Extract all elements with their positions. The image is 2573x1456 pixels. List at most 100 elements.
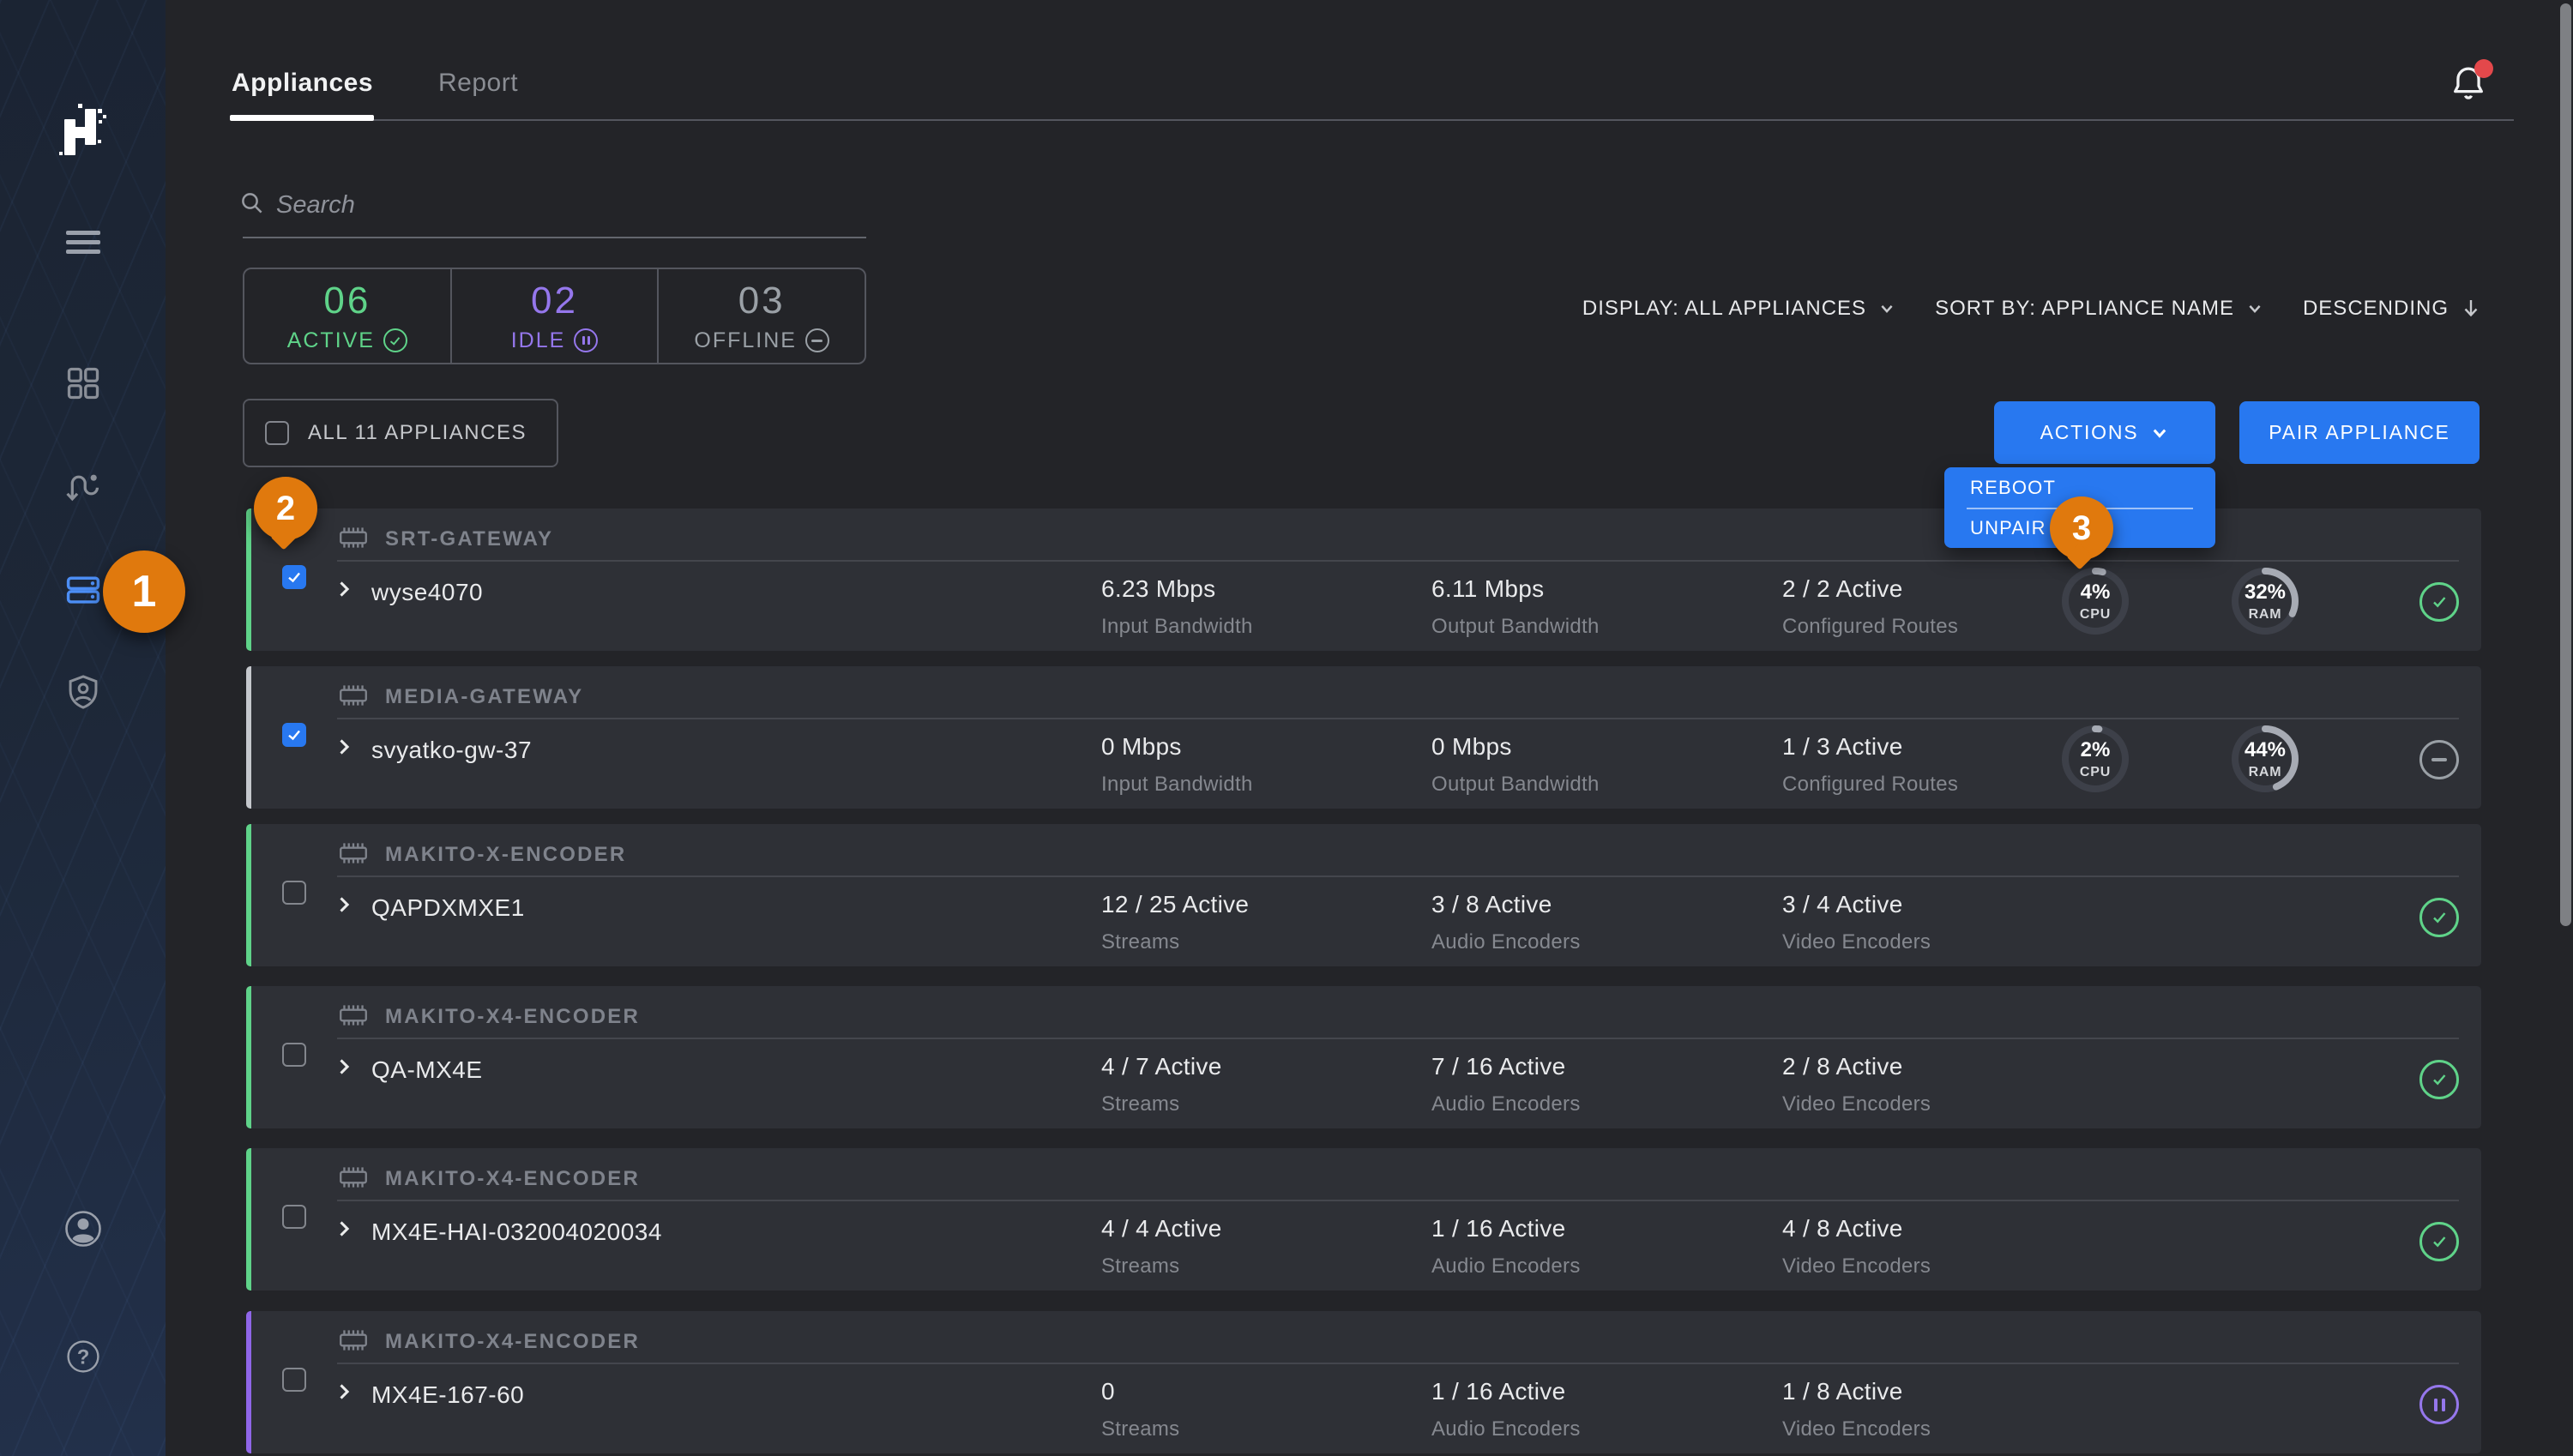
header-divider — [232, 119, 2514, 121]
metric-column: 1 / 16 ActiveAudio Encoders — [1431, 1378, 1581, 1441]
annotation-badge-2: 2 — [254, 477, 317, 540]
offline-label: OFFLINE — [694, 328, 797, 353]
metric-column: 2 / 8 ActiveVideo Encoders — [1782, 1053, 1931, 1116]
appliance-type-label: MAKITO-X4-ENCODER — [385, 1167, 640, 1191]
metric-column: 4 / 8 Active Video Encoders — [1782, 1215, 1931, 1279]
sidebar-item-security[interactable] — [0, 673, 166, 711]
expand-chevron-icon[interactable] — [332, 893, 356, 921]
metric-value: 1 / 16 Active — [1431, 1215, 1581, 1242]
metric-value: 4 / 8 Active — [1782, 1215, 1931, 1242]
select-all-appliances[interactable]: ALL 11 APPLIANCES — [243, 399, 558, 467]
chevron-down-icon — [2150, 424, 2169, 442]
idle-label: IDLE — [511, 328, 566, 353]
appliance-checkbox[interactable] — [282, 1205, 306, 1229]
expand-chevron-icon[interactable] — [332, 1217, 356, 1245]
notification-bell-icon[interactable] — [2449, 63, 2490, 105]
appliance-card: MAKITO-X4-ENCODER MX4E-167-60 0Streams1 … — [246, 1311, 2481, 1453]
metric-label: Audio Encoders — [1431, 1254, 1581, 1279]
metric-column: 2 / 2 ActiveConfigured Routes — [1782, 575, 1958, 639]
metric-column: 4 / 4 ActiveStreams — [1101, 1215, 1222, 1279]
appliance-checkbox[interactable] — [282, 881, 306, 905]
metric-value: 0 Mbps — [1431, 733, 1600, 761]
help-icon[interactable]: ? — [0, 1338, 166, 1375]
menu-icon[interactable] — [0, 221, 166, 264]
expand-chevron-icon[interactable] — [332, 1380, 356, 1408]
check-icon — [2429, 1069, 2449, 1090]
appliance-name: QAPDXMXE1 — [371, 894, 525, 922]
select-all-checkbox[interactable] — [265, 421, 289, 445]
metric-label: Output Bandwidth — [1431, 615, 1600, 639]
metric-label: Video Encoders — [1782, 1092, 1931, 1116]
metric-value: 1 / 16 Active — [1431, 1378, 1581, 1405]
status-icon — [2419, 582, 2459, 622]
appliance-card: MEDIA-GATEWAY svyatko-gw-37 0 MbpsInput … — [246, 666, 2481, 809]
metric-value: 6.23 Mbps — [1101, 575, 1253, 603]
check-icon — [2429, 907, 2449, 928]
metric-value: 1 / 3 Active — [1782, 733, 1958, 761]
status-icon — [2419, 898, 2459, 937]
appliance-type-label: MAKITO-X4-ENCODER — [385, 1005, 640, 1029]
metric-column: 1 / 16 Active Audio Encoders — [1431, 1215, 1581, 1279]
metric-label: Video Encoders — [1782, 930, 1931, 954]
appliance-checkbox[interactable] — [282, 723, 306, 747]
metric-label: Configured Routes — [1782, 773, 1958, 797]
sort-order-toggle[interactable]: DESCENDING — [2303, 297, 2481, 321]
sort-order-label: DESCENDING — [2303, 297, 2449, 321]
card-divider — [337, 1200, 2459, 1201]
display-filter-label: DISPLAY: ALL APPLIANCES — [1582, 297, 1866, 321]
chevron-down-icon — [1878, 300, 1895, 317]
active-tab-underline — [230, 115, 374, 121]
pair-appliance-button[interactable]: PAIR APPLIANCE — [2239, 401, 2480, 464]
search-underline — [243, 237, 866, 238]
annotation-badge-1: 1 — [103, 551, 185, 633]
expand-chevron-icon[interactable] — [332, 735, 356, 763]
metric-label: Video Encoders — [1782, 1254, 1931, 1279]
search-input[interactable] — [274, 185, 844, 225]
actions-button[interactable]: ACTIONS — [1994, 401, 2215, 464]
card-divider — [337, 718, 2459, 719]
metric-column: 7 / 16 ActiveAudio Encoders — [1431, 1053, 1581, 1116]
chevron-down-icon — [2246, 300, 2263, 317]
expand-chevron-icon[interactable] — [332, 577, 356, 605]
metric-column: 1 / 8 ActiveVideo Encoders — [1782, 1378, 1931, 1441]
appliance-card: MAKITO-X4-ENCODER MX4E-HAI-032004020034 … — [246, 1148, 2481, 1291]
annotation-badge-3: 3 — [2050, 496, 2113, 560]
metric-value: 6.11 Mbps — [1431, 575, 1600, 603]
metric-column: 6.23 MbpsInput Bandwidth — [1101, 575, 1253, 639]
metric-label: Streams — [1101, 1254, 1222, 1279]
tab-appliances[interactable]: Appliances — [232, 69, 373, 98]
card-divider — [337, 1363, 2459, 1364]
tab-report[interactable]: Report — [438, 69, 518, 98]
check-circle-icon — [383, 328, 407, 352]
expand-chevron-icon[interactable] — [332, 1055, 356, 1083]
metric-label: Streams — [1101, 1092, 1222, 1116]
appliance-type-icon — [337, 525, 370, 555]
appliance-card: MAKITO-X4-ENCODER QA-MX4E 4 / 7 ActiveSt… — [246, 986, 2481, 1128]
appliance-checkbox[interactable] — [282, 1368, 306, 1392]
sidebar-item-routes[interactable] — [0, 467, 166, 505]
metric-column: 3 / 8 ActiveAudio Encoders — [1431, 891, 1581, 954]
sort-by-dropdown[interactable]: SORT BY: APPLIANCE NAME — [1935, 297, 2263, 321]
metric-value: 4 / 7 Active — [1101, 1053, 1222, 1080]
check-icon — [2429, 1231, 2449, 1252]
sort-by-label: SORT BY: APPLIANCE NAME — [1935, 297, 2234, 321]
appliance-type-label: MAKITO-X4-ENCODER — [385, 1330, 640, 1354]
metric-label: Streams — [1101, 930, 1249, 954]
pause-icon — [2434, 1399, 2445, 1411]
appliance-name: svyatko-gw-37 — [371, 737, 532, 764]
sidebar: ? — [0, 0, 166, 1456]
metric-value: 0 — [1101, 1378, 1179, 1405]
counter-offline: 03 OFFLINE — [659, 269, 865, 363]
appliance-name: MX4E-167-60 — [371, 1381, 524, 1409]
account-icon[interactable] — [0, 1208, 166, 1249]
status-icon — [2419, 1060, 2459, 1099]
metric-value: 1 / 8 Active — [1782, 1378, 1931, 1405]
appliance-checkbox[interactable] — [282, 1043, 306, 1067]
sidebar-item-dashboard[interactable] — [0, 364, 166, 402]
vertical-scrollbar-thumb[interactable] — [2560, 3, 2571, 926]
minus-icon — [2431, 758, 2447, 761]
display-filter-dropdown[interactable]: DISPLAY: ALL APPLIANCES — [1582, 297, 1895, 321]
metric-column: 12 / 25 ActiveStreams — [1101, 891, 1249, 954]
appliance-checkbox[interactable] — [282, 565, 306, 589]
card-divider — [337, 560, 2459, 562]
